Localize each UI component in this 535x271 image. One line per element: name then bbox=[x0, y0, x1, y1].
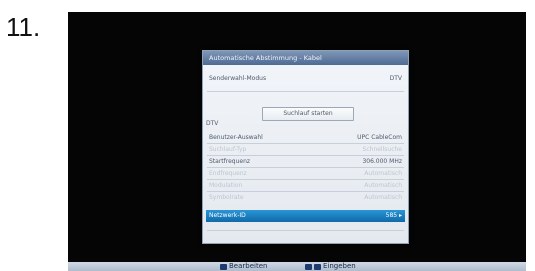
modulation-label: Modulation bbox=[209, 182, 243, 189]
start-frequency-value: 306.000 MHz bbox=[362, 158, 402, 165]
user-selection-label: Benutzer-Auswahl bbox=[209, 134, 263, 141]
edit-hint: Bearbeiten bbox=[220, 262, 267, 271]
end-frequency-label: Endfrequenz bbox=[209, 170, 247, 177]
end-frequency-value: Automatisch bbox=[364, 170, 402, 177]
symbol-rate-label: Symbolrate bbox=[209, 194, 244, 201]
scan-type-label: Suchlauf-Typ bbox=[209, 146, 247, 153]
ok-button-icon bbox=[220, 264, 227, 270]
input-hint: Eingeben bbox=[305, 262, 356, 271]
divider bbox=[207, 230, 404, 231]
scan-type-value: Schnellsuche bbox=[362, 146, 402, 153]
modulation-row: Modulation Automatisch bbox=[209, 180, 402, 191]
step-number: 11. bbox=[6, 12, 41, 42]
user-selection-row[interactable]: Benutzer-Auswahl UPC CableCom bbox=[209, 132, 402, 143]
number-key-icon bbox=[305, 264, 312, 270]
bottom-help-bar: Bearbeiten Eingeben bbox=[68, 262, 526, 271]
auto-tuning-menu: Automatische Abstimmung - Kabel Senderwa… bbox=[202, 50, 409, 244]
start-scan-button[interactable]: Suchlauf starten bbox=[262, 107, 354, 121]
scan-type-row: Suchlauf-Typ Schnellsuche bbox=[209, 144, 402, 155]
tv-screen: Automatische Abstimmung - Kabel Senderwa… bbox=[68, 12, 526, 262]
number-key-icon bbox=[314, 264, 321, 270]
menu-title: Automatische Abstimmung - Kabel bbox=[203, 51, 408, 65]
network-id-row[interactable]: Netzwerk-ID 585 ▸ bbox=[206, 210, 405, 222]
network-id-value: 585 ▸ bbox=[385, 212, 402, 219]
end-frequency-row: Endfrequenz Automatisch bbox=[209, 168, 402, 179]
network-id-label: Netzwerk-ID bbox=[209, 212, 246, 219]
mode-row[interactable]: Senderwahl-Modus DTV bbox=[209, 73, 402, 84]
mode-label: Senderwahl-Modus bbox=[209, 75, 267, 82]
start-frequency-row[interactable]: Startfrequenz 306.000 MHz bbox=[209, 156, 402, 167]
symbol-rate-value: Automatisch bbox=[364, 194, 402, 201]
input-hint-label: Eingeben bbox=[323, 262, 356, 270]
divider bbox=[207, 91, 404, 92]
modulation-value: Automatisch bbox=[364, 182, 402, 189]
edit-hint-label: Bearbeiten bbox=[229, 262, 268, 270]
mode-value: DTV bbox=[389, 75, 402, 82]
user-selection-value: UPC CableCom bbox=[357, 134, 402, 141]
section-label-dtv: DTV bbox=[206, 120, 219, 127]
start-frequency-label: Startfrequenz bbox=[209, 158, 251, 165]
symbol-rate-row: Symbolrate Automatisch bbox=[209, 192, 402, 203]
